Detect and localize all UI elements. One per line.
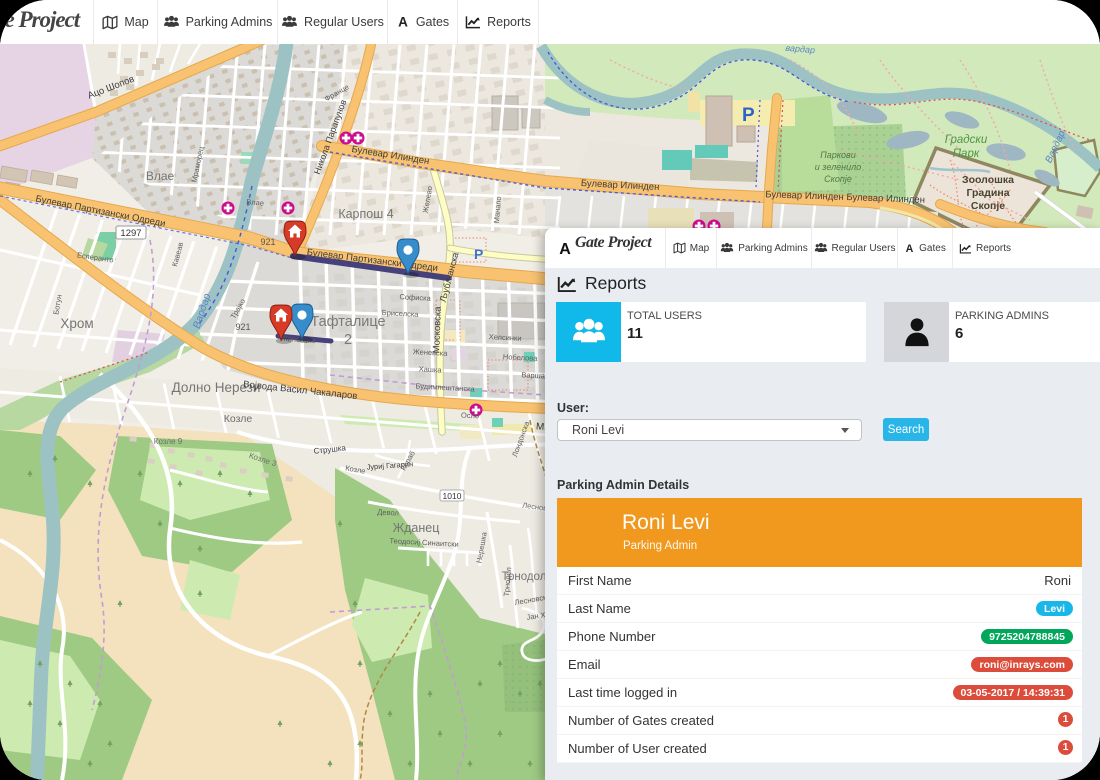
svg-text:A: A bbox=[559, 241, 571, 256]
svg-text:Козле 9: Козле 9 bbox=[154, 437, 183, 446]
svg-text:Влае: Влае bbox=[246, 197, 264, 208]
svg-text:A: A bbox=[398, 15, 408, 29]
svg-text:P: P bbox=[742, 105, 755, 126]
svg-text:P: P bbox=[474, 246, 483, 262]
svg-text:Нобелова: Нобелова bbox=[503, 352, 539, 363]
svg-text:Тафталице: Тафталице bbox=[310, 314, 385, 330]
svg-text:Жданец: Жданец bbox=[393, 521, 440, 535]
svg-text:Влае: Влае bbox=[146, 169, 175, 183]
svg-text:Козле: Козле bbox=[224, 413, 253, 425]
svg-text:Осло: Осло bbox=[461, 411, 480, 421]
svg-text:Московска: Московска bbox=[431, 306, 444, 354]
svg-text:Градина: Градина bbox=[966, 187, 1009, 199]
svg-text:1010: 1010 bbox=[443, 491, 462, 501]
svg-text:Скопје: Скопје bbox=[824, 174, 852, 184]
svg-text:Парк: Парк bbox=[953, 148, 980, 160]
svg-text:2: 2 bbox=[344, 332, 352, 348]
svg-text:Хром: Хром bbox=[60, 316, 93, 331]
svg-text:A: A bbox=[906, 243, 914, 254]
svg-text:Скопје: Скопје bbox=[971, 200, 1005, 212]
svg-text:Девол: Девол bbox=[377, 507, 399, 517]
svg-text:Карпош 4: Карпош 4 bbox=[338, 207, 393, 221]
svg-text:Паркови: Паркови bbox=[820, 150, 856, 160]
svg-text:Градски: Градски bbox=[945, 134, 988, 146]
svg-text:Женевска: Женевска bbox=[413, 347, 449, 358]
svg-text:и зеленило: и зеленило bbox=[815, 162, 861, 172]
svg-text:1297: 1297 bbox=[120, 228, 141, 239]
svg-text:921: 921 bbox=[260, 237, 275, 247]
svg-text:Зоолошка: Зоолошка bbox=[962, 174, 1014, 186]
svg-text:Хелсинки: Хелсинки bbox=[488, 332, 521, 343]
svg-text:921: 921 bbox=[235, 322, 250, 332]
svg-text:Софиска: Софиска bbox=[399, 292, 432, 303]
svg-text:Хашка: Хашка bbox=[419, 364, 443, 374]
